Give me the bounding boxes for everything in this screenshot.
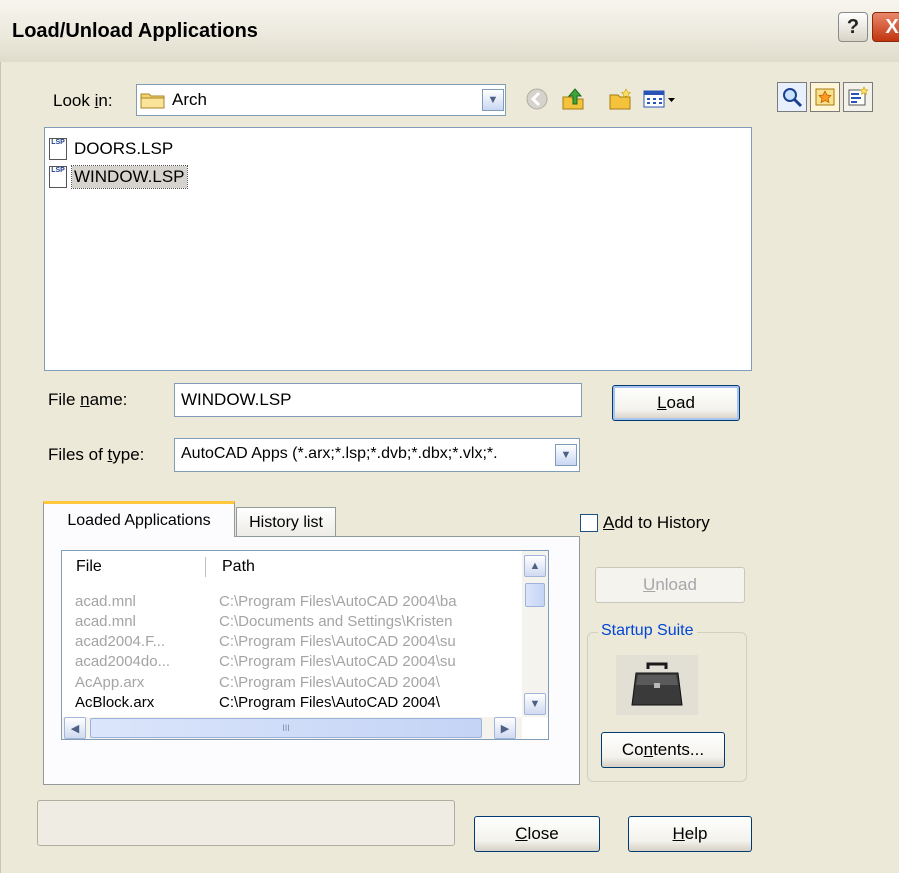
cell-file: acad.mnl <box>75 613 136 630</box>
tab-loaded-applications[interactable]: Loaded Applications <box>43 501 235 537</box>
startup-suite-label: Startup Suite <box>598 622 697 640</box>
file-name: WINDOW.LSP <box>71 165 188 189</box>
table-row[interactable]: acad.mnl C:\Documents and Settings\Krist… <box>62 613 522 632</box>
scroll-right-icon[interactable]: ▶ <box>494 717 516 739</box>
load-button[interactable]: Load <box>612 385 740 421</box>
filename-label: File name: <box>48 390 128 409</box>
horizontal-scrollbar[interactable]: ◀ III ▶ <box>62 717 522 739</box>
close-button[interactable]: Close <box>474 816 600 852</box>
cell-file: acad2004.F... <box>75 633 166 650</box>
dialog-title: Load/Unload Applications <box>12 20 258 42</box>
filetype-dropdown-arrow[interactable]: ▼ <box>555 444 577 466</box>
add-to-favorites-icon[interactable] <box>843 82 873 112</box>
lookin-value: Arch <box>172 90 207 109</box>
status-field <box>37 800 455 846</box>
cell-path: C:\Program Files\AutoCAD 2004\su <box>219 633 456 650</box>
filetype-value: AutoCAD Apps (*.arx;*.lsp;*.dvb;*.dbx;*.… <box>181 445 498 462</box>
filename-value: WINDOW.LSP <box>181 390 292 409</box>
lookin-dropdown-arrow[interactable]: ▼ <box>482 89 504 111</box>
unload-button[interactable]: Unload <box>595 567 745 603</box>
add-to-history-label[interactable]: Add to History <box>603 513 710 533</box>
cell-file: acad2004do... <box>75 653 171 670</box>
cell-file: AcApp.arx <box>75 674 145 691</box>
scroll-left-icon[interactable]: ◀ <box>64 717 86 739</box>
table-row[interactable]: acad.mnl C:\Program Files\AutoCAD 2004\b… <box>62 593 522 612</box>
cell-file: AcBlock.arx <box>75 694 155 711</box>
folder-icon <box>140 90 166 110</box>
file-name: DOORS.LSP <box>74 139 174 158</box>
table-row[interactable]: acad2004do... C:\Program Files\AutoCAD 2… <box>62 653 522 672</box>
help-button[interactable]: Help <box>628 816 752 852</box>
cell-file: acad.mnl <box>75 593 136 610</box>
column-separator[interactable] <box>205 557 206 577</box>
close-title-button[interactable]: X <box>872 12 899 42</box>
back-icon[interactable] <box>524 86 550 112</box>
table-row[interactable]: AcApp.arx C:\Program Files\AutoCAD 2004\ <box>62 674 522 693</box>
cell-path: C:\Program Files\AutoCAD 2004\su <box>219 653 456 670</box>
scroll-up-icon[interactable]: ▲ <box>524 555 546 577</box>
tab-history-list[interactable]: History list <box>236 507 336 537</box>
loaded-apps-table[interactable]: File Path acad.mnl C:\Program Files\Auto… <box>61 550 549 740</box>
file-list[interactable]: LSP DOORS.LSP LSP WINDOW.LSP <box>44 127 752 371</box>
horizontal-scroll-thumb[interactable]: III <box>90 718 482 738</box>
up-folder-icon[interactable] <box>560 86 586 112</box>
column-header-file[interactable]: File <box>76 551 196 582</box>
list-item-selected[interactable]: LSP WINDOW.LSP <box>49 164 188 190</box>
cell-path: C:\Program Files\AutoCAD 2004\ <box>219 694 440 711</box>
filetype-select[interactable]: AutoCAD Apps (*.arx;*.lsp;*.dvb;*.dbx;*.… <box>174 438 580 472</box>
add-to-history-checkbox[interactable] <box>580 514 598 532</box>
contents-button[interactable]: Co n tents... <box>601 732 725 768</box>
list-item[interactable]: LSP DOORS.LSP <box>49 136 175 162</box>
lookin-label: Look in: <box>53 91 113 110</box>
table-row[interactable]: acad2004.F... C:\Program Files\AutoCAD 2… <box>62 633 522 652</box>
lisp-file-icon: LSP <box>49 166 67 188</box>
filetype-label: Files of type: <box>48 445 145 464</box>
cell-path: C:\Program Files\AutoCAD 2004\ba <box>219 593 457 610</box>
find-icon[interactable] <box>777 82 807 112</box>
title-bar: Load/Unload Applications ? X <box>0 0 899 62</box>
scroll-down-icon[interactable]: ▼ <box>524 693 546 715</box>
cell-path: C:\Program Files\AutoCAD 2004\ <box>219 674 440 691</box>
lisp-file-icon: LSP <box>49 138 67 160</box>
briefcase-icon <box>616 655 698 715</box>
table-row[interactable]: AcBlock.arx C:\Program Files\AutoCAD 200… <box>62 694 522 713</box>
filename-input[interactable]: WINDOW.LSP <box>174 383 582 417</box>
scroll-thumb[interactable] <box>525 583 545 607</box>
cell-path: C:\Documents and Settings\Kristen <box>219 613 453 630</box>
lookin-combo[interactable]: Arch ▼ <box>136 84 506 116</box>
vertical-scrollbar[interactable]: ▲ ▼ <box>522 551 548 717</box>
new-folder-icon[interactable] <box>607 86 633 112</box>
locate-icon[interactable] <box>810 82 840 112</box>
help-title-button[interactable]: ? <box>838 12 868 42</box>
load-unload-dialog: Load/Unload Applications ? X Look in: Ar… <box>0 0 899 873</box>
column-header-path[interactable]: Path <box>222 551 512 582</box>
views-menu-icon[interactable] <box>642 86 678 112</box>
